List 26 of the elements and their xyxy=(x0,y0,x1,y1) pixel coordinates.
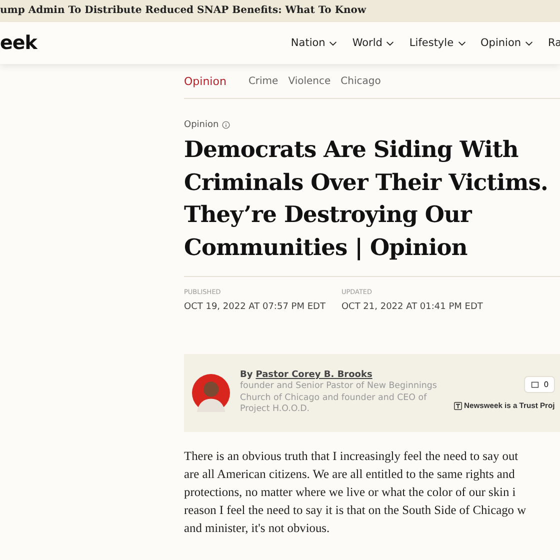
author-bio: founder and Senior Pastor of New Beginnings Church of Chicago and founder and CEO of Project H.O.O.D. xyxy=(240,380,438,416)
body-text-line: reason I feel the need to say it is that on the South Side of Chicago w xyxy=(184,502,528,519)
site-logo[interactable]: eek xyxy=(0,32,37,54)
topic-tag[interactable]: Violence xyxy=(288,76,331,86)
body-text-line: are all American citizens. We are all entitled to the same rights and xyxy=(184,466,516,483)
topic-tag[interactable]: Opinion xyxy=(184,74,226,88)
nav-item[interactable]: Nation xyxy=(290,37,338,49)
published-date: OCT 19, 2022 AT 07:57 PM EDT xyxy=(184,302,326,312)
section-label: Opinion xyxy=(184,120,219,130)
body-text-line: protections, no matter where we live or what the color of our skin i xyxy=(184,484,517,501)
body-text-line: There is an obvious truth that I increasingly feel the need to say out xyxy=(184,448,520,465)
nav-item[interactable]: World xyxy=(352,37,394,49)
topic-tag[interactable]: Crime xyxy=(248,76,278,86)
author-link[interactable]: Pastor Corey B. Brooks xyxy=(256,370,372,380)
trust-badge-icon xyxy=(454,402,462,410)
body-text-line: and minister, it's not obvious. xyxy=(184,520,331,537)
topic-tag[interactable]: Chicago xyxy=(340,76,381,86)
breaking-news-banner[interactable]: ump Admin To Distribute Reduced SNAP Benefits: What To Know xyxy=(0,0,560,22)
nav-item[interactable]: Lifestyle xyxy=(409,37,466,49)
comments-button[interactable]: 0 xyxy=(524,376,556,393)
byline-prefix: By xyxy=(240,370,253,380)
nav-item[interactable]: Opinion xyxy=(480,37,534,49)
article-headline: Democrats Are Siding With Criminals Over Their Victims. They’re Destroying Our Communities | Opinion xyxy=(184,134,560,277)
comment-icon xyxy=(531,380,539,388)
info-icon[interactable] xyxy=(222,121,230,129)
updated-date: OCT 21, 2022 AT 01:41 PM EDT xyxy=(341,302,483,312)
